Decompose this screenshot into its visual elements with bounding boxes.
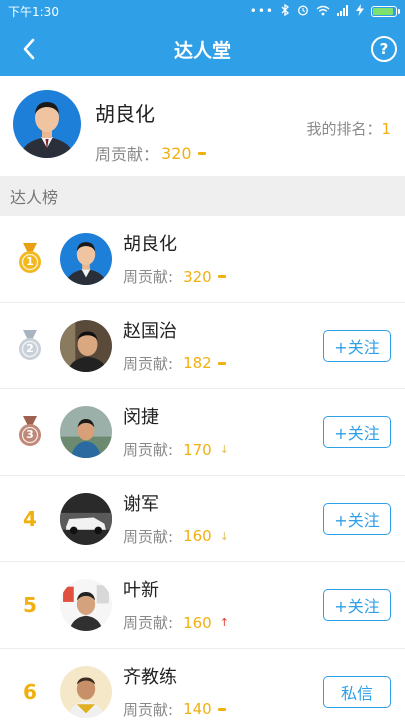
leaderboard-row[interactable]: 1 胡良化 周贡献: 320: [0, 216, 405, 303]
rank-badge: 4: [13, 502, 47, 536]
leaderboard-list: 1 胡良化 周贡献: 320 2 赵国治 周贡献: 182 +关注 3 闵捷 周…: [0, 216, 405, 720]
back-arrow-icon: [23, 38, 35, 60]
follow-button[interactable]: +关注: [323, 589, 391, 621]
battery-level: [373, 7, 393, 15]
user-contrib-value: 140: [183, 700, 212, 718]
silver-medal-icon: 2: [13, 329, 47, 363]
user-contrib-value: 170: [183, 440, 212, 459]
my-weekly-contribution: 周贡献： 320: [95, 141, 206, 165]
trend-down-icon: ↓: [219, 443, 229, 456]
leaderboard-row[interactable]: 5 叶新 周贡献: 160 ↑ +关注: [0, 562, 405, 649]
trend-flat-icon: [197, 151, 206, 155]
battery-icon: [371, 5, 400, 17]
my-contrib-value: 320: [161, 143, 192, 163]
user-contrib-value: 160: [183, 613, 212, 632]
bronze-medal-icon: 3: [13, 415, 47, 449]
my-name: 胡良化: [95, 102, 155, 126]
trend-flat-icon: [217, 275, 226, 278]
status-time: 下午1:30: [8, 4, 59, 19]
follow-button[interactable]: +关注: [323, 502, 391, 535]
page-title: 达人堂: [173, 39, 231, 62]
user-contrib-label: 周贡献:: [123, 614, 174, 632]
user-weekly-contribution: 周贡献: 170 ↓: [123, 439, 229, 460]
leaderboard-row[interactable]: 3 闵捷 周贡献: 170 ↓ +关注: [0, 389, 405, 476]
help-icon: ?: [379, 40, 389, 58]
rank-number: 6: [23, 679, 37, 704]
rank-number: 3: [26, 428, 34, 441]
user-weekly-contribution: 周贡献: 140: [123, 699, 226, 720]
trend-down-icon: ↓: [219, 529, 229, 543]
charging-icon: [356, 4, 364, 18]
user-contrib-label: 周贡献:: [123, 441, 174, 459]
user-contrib-label: 周贡献:: [123, 527, 174, 546]
user-weekly-contribution: 周贡献: 160 ↓: [123, 526, 229, 547]
my-contrib-label: 周贡献：: [95, 145, 160, 164]
user-avatar[interactable]: [60, 406, 112, 458]
user-contrib-value: 320: [183, 267, 212, 286]
my-rank-value: 1: [381, 120, 391, 138]
gold-medal-icon: 1: [13, 242, 47, 276]
user-avatar[interactable]: [60, 319, 112, 372]
user-contrib-value: 182: [183, 354, 212, 372]
user-avatar[interactable]: [60, 233, 112, 285]
rank-number: 2: [26, 341, 34, 355]
alarm-icon: [297, 4, 309, 18]
bluetooth-icon: [281, 3, 290, 18]
trend-flat-icon: [217, 361, 226, 365]
user-weekly-contribution: 周贡献: 320: [123, 266, 226, 287]
my-rank: 我的排名：1: [306, 118, 391, 139]
user-avatar[interactable]: [60, 492, 112, 545]
my-profile-card: 胡良化 周贡献： 320 我的排名：1: [0, 76, 405, 176]
follow-button[interactable]: +关注: [323, 416, 391, 448]
status-bar: 下午1:30 •••: [0, 0, 405, 22]
user-contrib-label: 周贡献:: [123, 354, 174, 373]
user-name: 胡良化: [123, 234, 177, 255]
user-name: 齐教练: [123, 666, 177, 688]
leaderboard-row[interactable]: 2 赵国治 周贡献: 182 +关注: [0, 302, 405, 389]
rank-badge: 6: [13, 675, 47, 709]
title-bar: 达人堂 ?: [0, 22, 405, 76]
rank-number: 1: [26, 255, 34, 268]
user-name: 谢军: [123, 493, 159, 515]
my-rank-label: 我的排名：: [306, 120, 382, 138]
rank-number: 5: [23, 593, 37, 617]
section-title: 达人榜: [10, 188, 59, 207]
user-weekly-contribution: 周贡献: 160 ↑: [123, 612, 229, 633]
user-name: 赵国治: [123, 320, 177, 342]
user-weekly-contribution: 周贡献: 182: [123, 353, 226, 374]
message-button[interactable]: 私信: [323, 675, 391, 708]
wifi-icon: [316, 5, 330, 18]
leaderboard-row[interactable]: 6 齐教练 周贡献: 140 私信: [0, 648, 405, 720]
back-button[interactable]: [12, 32, 46, 66]
user-contrib-value: 160: [183, 527, 212, 545]
user-avatar[interactable]: [60, 665, 112, 718]
cell-signal-icon: [337, 4, 349, 18]
user-name: 叶新: [123, 580, 159, 601]
trend-up-icon: ↑: [219, 616, 229, 629]
signal-dots-icon: •••: [249, 4, 274, 18]
leaderboard-section-header: 达人榜: [0, 176, 405, 216]
user-contrib-label: 周贡献:: [123, 268, 174, 286]
rank-badge: 5: [13, 588, 47, 622]
rank-number: 4: [23, 506, 37, 531]
leaderboard-row[interactable]: 4 谢军 周贡献: 160 ↓ +关注: [0, 475, 405, 562]
status-icons: •••: [249, 3, 400, 18]
user-avatar[interactable]: [60, 579, 112, 631]
user-contrib-label: 周贡献:: [123, 700, 174, 719]
follow-button[interactable]: +关注: [323, 329, 391, 362]
trend-flat-icon: [217, 707, 226, 711]
user-name: 闵捷: [123, 407, 159, 428]
my-avatar[interactable]: [13, 90, 81, 158]
help-button[interactable]: ?: [371, 36, 397, 62]
